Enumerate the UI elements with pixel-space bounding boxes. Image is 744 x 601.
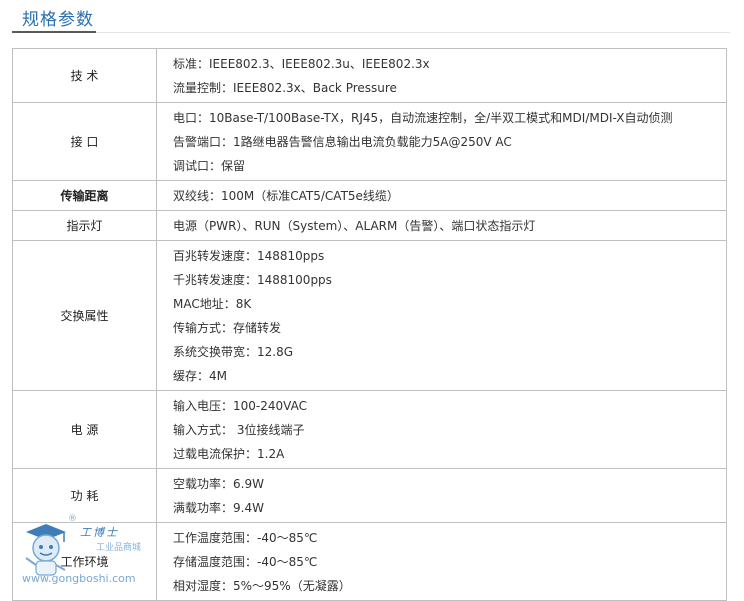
watermark-subtitle: 工业品商城: [96, 543, 142, 553]
watermark-url: www.gongboshi.com: [22, 572, 136, 585]
registered-mark: ®: [68, 514, 77, 524]
spec-values: 标准：IEEE802.3、IEEE802.3u、IEEE802.3x 流量控制：I…: [156, 48, 727, 103]
spec-row: 交换属性 百兆转发速度：148810pps 千兆转发速度：1488100pps MAC…: [12, 240, 727, 391]
header-divider: [96, 32, 730, 33]
spec-value-line: 输入电压：100-240VAC: [173, 399, 307, 413]
spec-value-line: 缓存：4M: [173, 369, 227, 383]
spec-value-line: 输入方式： 3位接线端子: [173, 423, 305, 437]
spec-key: 指示灯: [12, 210, 157, 241]
spec-row: 指示灯 电源（PWR）、RUN（System）、ALARM（告警）、端口状态指示灯: [12, 210, 727, 241]
spec-value-line: 空载功率：6.9W: [173, 477, 264, 491]
spec-values: 百兆转发速度：148810pps 千兆转发速度：1488100pps MAC地址：8…: [156, 240, 727, 391]
title-underline: [12, 31, 96, 33]
spec-value-line: 传输方式：存储转发: [173, 321, 282, 335]
spec-key: 电 源: [12, 390, 157, 469]
spec-row: 电 源 输入电压：100-240VAC 输入方式： 3位接线端子 过载电流保护：1.2…: [12, 390, 727, 469]
spec-values: 电源（PWR）、RUN（System）、ALARM（告警）、端口状态指示灯: [156, 210, 727, 241]
spec-value-line: 告警端口：1路继电器告警信息输出电流负载能力5A@250V AC: [173, 135, 512, 149]
spec-key: 技 术: [12, 48, 157, 103]
spec-value-line: 流量控制：IEEE802.3x、Back Pressure: [173, 81, 397, 95]
watermark-logo: ® 工博士 工业品商城 www.gongboshi.com: [10, 514, 160, 596]
spec-value-line: MAC地址：8K: [173, 297, 252, 311]
section-title: 规格参数: [22, 10, 94, 30]
spec-value-line: 电源（PWR）、RUN（System）、ALARM（告警）、端口状态指示灯: [173, 219, 536, 233]
watermark-brand: 工博士: [80, 526, 119, 539]
spec-row: 技 术 标准：IEEE802.3、IEEE802.3u、IEEE802.3x 流量控…: [12, 48, 727, 103]
spec-value-line: 电口：10Base-T/100Base-TX，RJ45，自动流速控制，全/半双工…: [173, 111, 673, 125]
spec-values: 工作温度范围：-40～85℃ 存储温度范围：-40～85℃ 相对湿度：5%～95%（…: [156, 522, 727, 601]
spec-key: 交换属性: [12, 240, 157, 391]
spec-row: 接 口 电口：10Base-T/100Base-TX，RJ45，自动流速控制，全/…: [12, 102, 727, 181]
spec-value-line: 双绞线：100M（标准CAT5/CAT5e线缆）: [173, 189, 399, 203]
spec-value-line: 千兆转发速度：1488100pps: [173, 273, 332, 287]
spec-values: 电口：10Base-T/100Base-TX，RJ45，自动流速控制，全/半双工…: [156, 102, 727, 181]
spec-value-line: 满载功率：9.4W: [173, 501, 264, 515]
spec-key: 接 口: [12, 102, 157, 181]
spec-values: 空载功率：6.9W 满载功率：9.4W: [156, 468, 727, 523]
mascot-icon: [25, 524, 66, 576]
spec-value-line: 过载电流保护：1.2A: [173, 447, 285, 461]
spec-value-line: 百兆转发速度：148810pps: [173, 249, 325, 263]
spec-values: 输入电压：100-240VAC 输入方式： 3位接线端子 过载电流保护：1.2A: [156, 390, 727, 469]
spec-value-line: 标准：IEEE802.3、IEEE802.3u、IEEE802.3x: [173, 57, 430, 71]
spec-value-line: 工作温度范围：-40～85℃: [173, 531, 318, 545]
spec-row: 传输距离 双绞线：100M（标准CAT5/CAT5e线缆）: [12, 180, 727, 211]
spec-value-line: 存储温度范围：-40～85℃: [173, 555, 318, 569]
spec-value-line: 相对湿度：5%～95%（无凝露）: [173, 579, 351, 593]
section-header: 规格参数: [0, 0, 744, 36]
spec-value-line: 调试口：保留: [173, 159, 246, 173]
spec-key: 传输距离: [12, 180, 157, 211]
spec-values: 双绞线：100M（标准CAT5/CAT5e线缆）: [156, 180, 727, 211]
spec-value-line: 系统交换带宽：12.8G: [173, 345, 294, 359]
